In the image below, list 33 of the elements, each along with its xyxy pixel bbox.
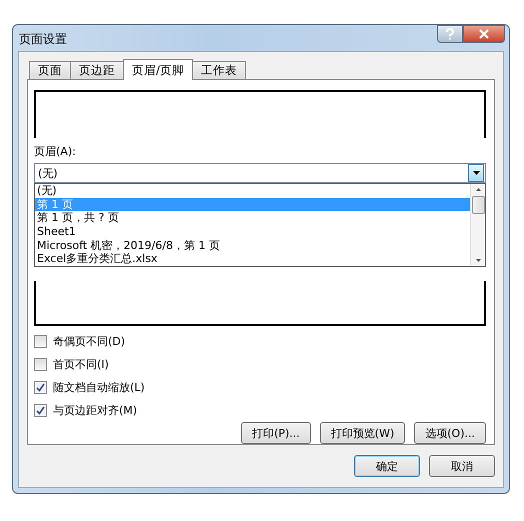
header-dropdown[interactable]: (无) — [34, 163, 486, 184]
dialog-button[interactable]: 确定 — [354, 455, 420, 477]
scroll-down-icon — [476, 259, 480, 262]
scroll-up-icon — [476, 188, 480, 192]
panel-button[interactable]: 选项(O)... — [414, 422, 486, 444]
tab[interactable]: 页眉/页脚 — [123, 59, 193, 80]
dropdown-option[interactable]: Excel多重分类汇总.xlsx — [35, 252, 470, 266]
panel-button[interactable]: 打印预览(W) — [320, 422, 406, 444]
window-title: 页面设置 — [19, 31, 67, 48]
checkbox-label: 与页边距对齐(M) — [53, 403, 138, 418]
checkbox[interactable] — [34, 404, 47, 417]
dropdown-option[interactable]: Microsoft 机密，2019/6/8，第 1 页 — [35, 238, 470, 252]
help-button[interactable] — [437, 25, 463, 43]
tab[interactable]: 页面 — [29, 61, 71, 79]
dialog-button[interactable]: 取消 — [429, 455, 495, 477]
close-button[interactable] — [463, 25, 505, 43]
help-icon — [445, 28, 455, 40]
dropdown-option[interactable]: 第 1 页，共 ? 页 — [35, 211, 470, 226]
dropdown-option[interactable]: (无) — [35, 184, 470, 198]
tab[interactable]: 工作表 — [192, 61, 246, 79]
scrollbar[interactable] — [470, 184, 485, 266]
close-icon — [479, 29, 489, 39]
checkbox-label: 首页不同(I) — [53, 357, 109, 372]
tab[interactable]: 页边距 — [70, 61, 124, 79]
checkbox[interactable] — [34, 381, 47, 394]
checkbox[interactable] — [34, 335, 47, 348]
checkbox-label: 随文档自动缩放(L) — [53, 380, 145, 395]
checkbox-label: 奇偶页不同(D) — [53, 334, 126, 349]
header-label: 页眉(A): — [34, 144, 77, 160]
scrollbar-thumb[interactable] — [472, 196, 484, 214]
panel-button[interactable]: 打印(P)... — [241, 422, 311, 444]
checkbox[interactable] — [34, 358, 47, 371]
dropdown-option[interactable]: Sheet1 — [35, 225, 470, 239]
